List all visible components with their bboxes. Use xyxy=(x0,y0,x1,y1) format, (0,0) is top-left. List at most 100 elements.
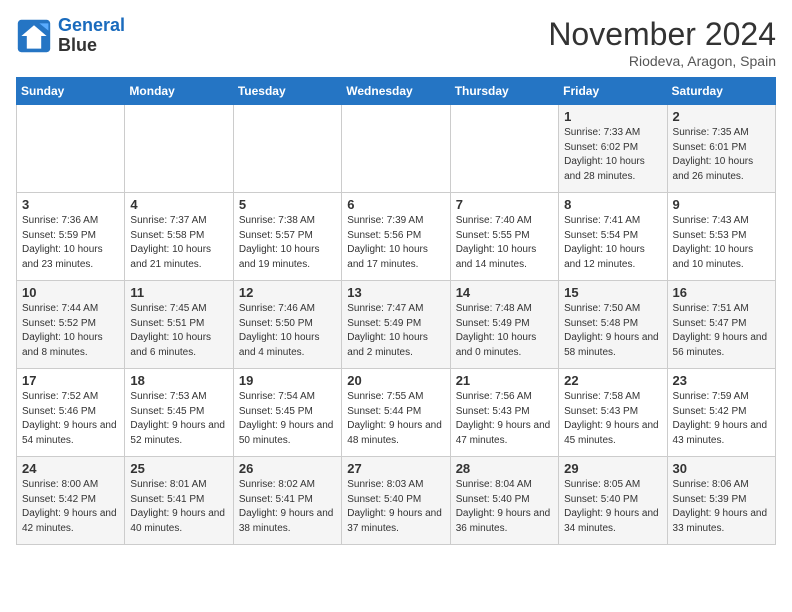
calendar-cell: 19 Sunrise: 7:54 AM Sunset: 5:45 PM Dayli… xyxy=(233,369,341,457)
day-info: Sunrise: 7:35 AM Sunset: 6:01 PM Dayligh… xyxy=(673,126,770,184)
day-number: 19 xyxy=(239,373,336,388)
day-info: Sunrise: 8:06 AM Sunset: 5:39 PM Dayligh… xyxy=(673,478,770,536)
day-number: 1 xyxy=(564,109,661,124)
day-info: Sunrise: 7:51 AM Sunset: 5:47 PM Dayligh… xyxy=(673,302,770,360)
calendar-cell xyxy=(125,105,233,193)
calendar-week-row: 17Sunrise: 7:52 AM Sunset: 5:46 PM Dayli… xyxy=(17,369,776,457)
calendar-cell: 13 Sunrise: 7:47 AM Sunset: 5:49 PM Dayli… xyxy=(342,281,450,369)
calendar-cell: 23Sunrise: 7:59 AM Sunset: 5:42 PM Dayli… xyxy=(667,369,775,457)
day-info: Sunrise: 7:36 AM Sunset: 5:59 PM Dayligh… xyxy=(22,214,119,272)
day-number: 16 xyxy=(673,285,770,300)
day-info: Sunrise: 7:44 AM Sunset: 5:52 PM Dayligh… xyxy=(22,302,119,360)
logo-icon xyxy=(16,18,52,54)
day-info: Sunrise: 8:03 AM Sunset: 5:40 PM Dayligh… xyxy=(347,478,444,536)
day-info: Sunrise: 7:43 AM Sunset: 5:53 PM Dayligh… xyxy=(673,214,770,272)
weekday-header: Sunday xyxy=(17,78,125,105)
calendar-cell xyxy=(17,105,125,193)
calendar-week-row: 3 Sunrise: 7:36 AM Sunset: 5:59 PM Daylig… xyxy=(17,193,776,281)
calendar-cell: 6 Sunrise: 7:39 AM Sunset: 5:56 PM Daylig… xyxy=(342,193,450,281)
day-info: Sunrise: 8:05 AM Sunset: 5:40 PM Dayligh… xyxy=(564,478,661,536)
calendar-body: 1 Sunrise: 7:33 AM Sunset: 6:02 PM Daylig… xyxy=(17,105,776,545)
day-number: 25 xyxy=(130,461,227,476)
day-info: Sunrise: 7:55 AM Sunset: 5:44 PM Dayligh… xyxy=(347,390,444,448)
day-info: Sunrise: 7:53 AM Sunset: 5:45 PM Dayligh… xyxy=(130,390,227,448)
day-number: 15 xyxy=(564,285,661,300)
day-number: 3 xyxy=(22,197,119,212)
day-number: 22 xyxy=(564,373,661,388)
day-number: 27 xyxy=(347,461,444,476)
logo-line2: Blue xyxy=(58,36,125,56)
logo-text: General Blue xyxy=(58,16,125,56)
calendar-cell: 16 Sunrise: 7:51 AM Sunset: 5:47 PM Dayli… xyxy=(667,281,775,369)
day-info: Sunrise: 8:00 AM Sunset: 5:42 PM Dayligh… xyxy=(22,478,119,536)
calendar-cell: 5 Sunrise: 7:38 AM Sunset: 5:57 PM Daylig… xyxy=(233,193,341,281)
day-number: 9 xyxy=(673,197,770,212)
day-number: 5 xyxy=(239,197,336,212)
day-number: 8 xyxy=(564,197,661,212)
calendar-cell: 9 Sunrise: 7:43 AM Sunset: 5:53 PM Daylig… xyxy=(667,193,775,281)
day-number: 12 xyxy=(239,285,336,300)
day-number: 11 xyxy=(130,285,227,300)
weekday-header: Tuesday xyxy=(233,78,341,105)
calendar-cell: 8Sunrise: 7:41 AM Sunset: 5:54 PM Daylig… xyxy=(559,193,667,281)
logo-line1: General xyxy=(58,15,125,35)
day-info: Sunrise: 8:01 AM Sunset: 5:41 PM Dayligh… xyxy=(130,478,227,536)
day-info: Sunrise: 7:45 AM Sunset: 5:51 PM Dayligh… xyxy=(130,302,227,360)
calendar-cell: 15Sunrise: 7:50 AM Sunset: 5:48 PM Dayli… xyxy=(559,281,667,369)
day-number: 18 xyxy=(130,373,227,388)
calendar-cell: 30 Sunrise: 8:06 AM Sunset: 5:39 PM Dayli… xyxy=(667,457,775,545)
day-number: 26 xyxy=(239,461,336,476)
day-number: 4 xyxy=(130,197,227,212)
day-info: Sunrise: 7:58 AM Sunset: 5:43 PM Dayligh… xyxy=(564,390,661,448)
calendar-table: SundayMondayTuesdayWednesdayThursdayFrid… xyxy=(16,77,776,545)
calendar-cell xyxy=(450,105,558,193)
day-number: 30 xyxy=(673,461,770,476)
calendar-week-row: 24 Sunrise: 8:00 AM Sunset: 5:42 PM Dayli… xyxy=(17,457,776,545)
weekday-header: Monday xyxy=(125,78,233,105)
calendar-cell: 17Sunrise: 7:52 AM Sunset: 5:46 PM Dayli… xyxy=(17,369,125,457)
day-number: 6 xyxy=(347,197,444,212)
day-number: 7 xyxy=(456,197,553,212)
day-info: Sunrise: 7:33 AM Sunset: 6:02 PM Dayligh… xyxy=(564,126,661,184)
day-number: 24 xyxy=(22,461,119,476)
calendar-cell: 4 Sunrise: 7:37 AM Sunset: 5:58 PM Daylig… xyxy=(125,193,233,281)
day-number: 2 xyxy=(673,109,770,124)
day-info: Sunrise: 7:54 AM Sunset: 5:45 PM Dayligh… xyxy=(239,390,336,448)
weekday-header: Friday xyxy=(559,78,667,105)
calendar-cell: 12Sunrise: 7:46 AM Sunset: 5:50 PM Dayli… xyxy=(233,281,341,369)
calendar-week-row: 1 Sunrise: 7:33 AM Sunset: 6:02 PM Daylig… xyxy=(17,105,776,193)
day-info: Sunrise: 7:59 AM Sunset: 5:42 PM Dayligh… xyxy=(673,390,770,448)
calendar-cell: 28 Sunrise: 8:04 AM Sunset: 5:40 PM Dayli… xyxy=(450,457,558,545)
calendar-cell: 20Sunrise: 7:55 AM Sunset: 5:44 PM Dayli… xyxy=(342,369,450,457)
calendar-cell xyxy=(233,105,341,193)
day-info: Sunrise: 7:47 AM Sunset: 5:49 PM Dayligh… xyxy=(347,302,444,360)
day-info: Sunrise: 7:39 AM Sunset: 5:56 PM Dayligh… xyxy=(347,214,444,272)
calendar-cell: 26Sunrise: 8:02 AM Sunset: 5:41 PM Dayli… xyxy=(233,457,341,545)
page-header: General Blue November 2024 Riodeva, Arag… xyxy=(16,16,776,69)
day-info: Sunrise: 7:40 AM Sunset: 5:55 PM Dayligh… xyxy=(456,214,553,272)
calendar-cell: 27 Sunrise: 8:03 AM Sunset: 5:40 PM Dayli… xyxy=(342,457,450,545)
calendar-cell: 10 Sunrise: 7:44 AM Sunset: 5:52 PM Dayli… xyxy=(17,281,125,369)
calendar-cell: 7 Sunrise: 7:40 AM Sunset: 5:55 PM Daylig… xyxy=(450,193,558,281)
day-number: 21 xyxy=(456,373,553,388)
day-info: Sunrise: 7:48 AM Sunset: 5:49 PM Dayligh… xyxy=(456,302,553,360)
calendar-week-row: 10 Sunrise: 7:44 AM Sunset: 5:52 PM Dayli… xyxy=(17,281,776,369)
day-number: 13 xyxy=(347,285,444,300)
calendar-header-row: SundayMondayTuesdayWednesdayThursdayFrid… xyxy=(17,78,776,105)
logo: General Blue xyxy=(16,16,125,56)
day-number: 29 xyxy=(564,461,661,476)
calendar-cell: 22 Sunrise: 7:58 AM Sunset: 5:43 PM Dayli… xyxy=(559,369,667,457)
location-subtitle: Riodeva, Aragon, Spain xyxy=(548,53,776,69)
day-info: Sunrise: 7:38 AM Sunset: 5:57 PM Dayligh… xyxy=(239,214,336,272)
calendar-cell xyxy=(342,105,450,193)
calendar-cell: 29 Sunrise: 8:05 AM Sunset: 5:40 PM Dayli… xyxy=(559,457,667,545)
day-number: 28 xyxy=(456,461,553,476)
calendar-cell: 21Sunrise: 7:56 AM Sunset: 5:43 PM Dayli… xyxy=(450,369,558,457)
day-info: Sunrise: 7:37 AM Sunset: 5:58 PM Dayligh… xyxy=(130,214,227,272)
calendar-cell: 18 Sunrise: 7:53 AM Sunset: 5:45 PM Dayli… xyxy=(125,369,233,457)
day-info: Sunrise: 8:04 AM Sunset: 5:40 PM Dayligh… xyxy=(456,478,553,536)
calendar-cell: 1 Sunrise: 7:33 AM Sunset: 6:02 PM Daylig… xyxy=(559,105,667,193)
day-number: 10 xyxy=(22,285,119,300)
calendar-cell: 24 Sunrise: 8:00 AM Sunset: 5:42 PM Dayli… xyxy=(17,457,125,545)
title-block: November 2024 Riodeva, Aragon, Spain xyxy=(548,16,776,69)
